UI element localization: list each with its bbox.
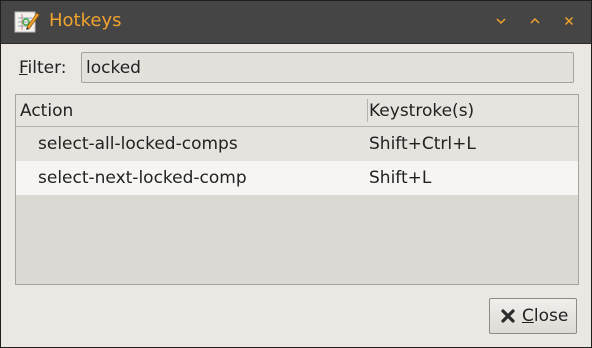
close-button-label: Close (522, 306, 568, 326)
keystroke-cell: Shift+Ctrl+L (369, 134, 476, 154)
close-window-icon[interactable] (561, 13, 577, 29)
column-header-action[interactable]: Action (20, 101, 73, 121)
close-button[interactable]: Close (489, 298, 577, 334)
filter-label: Filter: (19, 58, 67, 78)
action-cell: select-all-locked-comps (38, 134, 238, 154)
title-bar[interactable]: Hotkeys (1, 1, 591, 44)
maximize-icon[interactable] (527, 13, 543, 29)
hotkeys-table: Action Keystroke(s) select-all-locked-co… (15, 94, 579, 285)
filter-input[interactable] (81, 52, 574, 83)
close-x-icon (500, 308, 516, 324)
close-label-text: lose (533, 306, 569, 326)
close-label-mnemonic: C (522, 306, 534, 326)
app-editor-icon (14, 10, 40, 34)
column-header-keystrokes[interactable]: Keystroke(s) (369, 101, 474, 121)
table-row[interactable]: select-all-locked-comps Shift+Ctrl+L (16, 127, 578, 161)
action-cell: select-next-locked-comp (38, 168, 247, 188)
hotkeys-window: Hotkeys Filter: Action Keystroke(s) sele… (0, 0, 592, 348)
table-header: Action Keystroke(s) (16, 95, 578, 127)
filter-label-text: ilter: (27, 58, 67, 78)
filter-label-mnemonic: F (19, 58, 28, 78)
keystroke-cell: Shift+L (369, 168, 432, 188)
window-title: Hotkeys (49, 10, 122, 31)
minimize-icon[interactable] (493, 13, 509, 29)
table-row[interactable]: select-next-locked-comp Shift+L (16, 161, 578, 195)
column-divider[interactable] (367, 99, 368, 122)
